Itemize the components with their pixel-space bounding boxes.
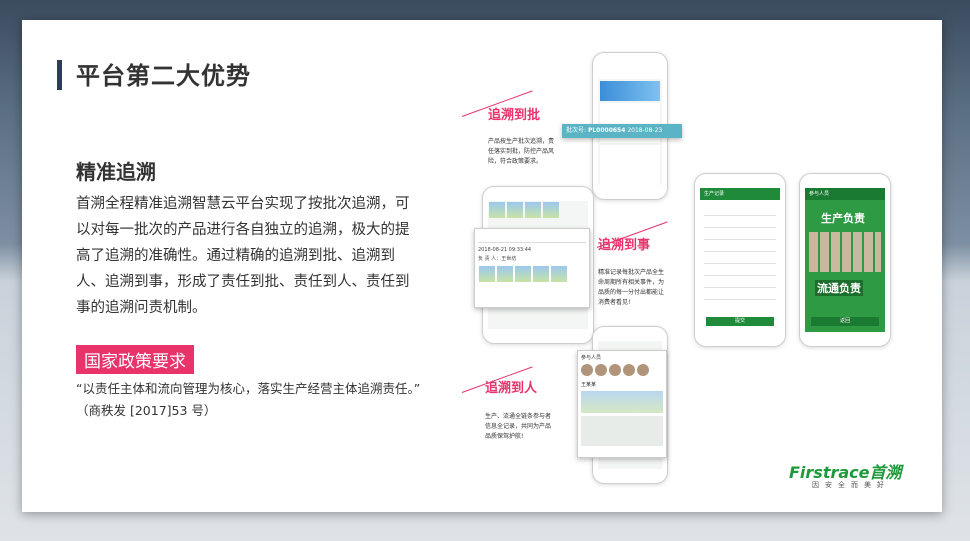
section-text-batch: 产品按生产批次追溯，责任落实到批，防控产品风险，符合政策要求。 — [488, 138, 555, 165]
participants-header: 参与人员 — [805, 188, 885, 200]
production-submit-button[interactable]: 提交 — [706, 317, 774, 326]
slide: 平台第二大优势 精准追溯 首溯全程精准追溯智慧云平台实现了按批次追溯，可以对每一… — [22, 20, 942, 512]
participants-return-button[interactable]: 返回 — [811, 317, 879, 326]
batch-date: 2018-08-23 — [627, 127, 663, 134]
phone-screen: 参与人员 生产负责 流通负责 返回 — [805, 188, 885, 332]
record-date: 2018-08-21 09:33:44 — [478, 247, 532, 253]
production-header: 生产记录 — [700, 188, 780, 200]
policy-badge: 国家政策要求 — [76, 345, 194, 374]
description-paragraph: 首溯全程精准追溯智慧云平台实现了按批次追溯，可以对每一批次的产品进行各自独立的追… — [76, 196, 410, 316]
title-accent-bar — [57, 60, 62, 90]
phone-participants: 参与人员 生产负责 流通负责 返回 — [799, 173, 891, 347]
record-person-label: 负 责 人： — [478, 256, 502, 262]
brand-slogan: 因安全而美好 — [812, 481, 890, 489]
people-header: 参与人员 — [581, 355, 602, 361]
batch-banner: 批次号: PL0000654 2018-08-23 — [562, 124, 682, 138]
section-title-batch: 追溯到批 — [488, 108, 541, 123]
batch-label: 批次号: — [566, 127, 587, 134]
slide-title: 平台第二大优势 — [76, 62, 251, 90]
section-text-person: 生产、流通全链条参与者信息全记录，共同为产品品质保驾护航! — [485, 413, 552, 440]
banner-top: 生产负责 — [821, 212, 865, 225]
banner-bottom: 流通负责 — [815, 280, 863, 296]
phone-production-records: 生产记录 提交 — [694, 173, 786, 347]
section-text-event: 精准记录每批次产品全生命周期所有相关事件，为品质的每一分付出都能让消费者看见! — [598, 269, 665, 306]
section-title-event: 追溯到事 — [598, 238, 651, 253]
section-subtitle: 精准追溯 — [76, 160, 156, 184]
record-person: 王世坊 — [501, 256, 517, 262]
batch-code: PL0000654 — [587, 127, 626, 134]
phone-screen: 生产记录 提交 — [700, 188, 780, 332]
policy-quote: “以责任主体和流向管理为核心，落实生产经营主体追溯责任。” （商秩发 [2017… — [76, 381, 421, 418]
record-card: 2018-08-21 09:33:44 负 责 人：王世坊 — [474, 228, 590, 308]
people-name: 王某某 — [581, 382, 597, 388]
people-card: 参与人员 王某某 — [577, 350, 667, 458]
section-title-person: 追溯到人 — [485, 381, 538, 396]
